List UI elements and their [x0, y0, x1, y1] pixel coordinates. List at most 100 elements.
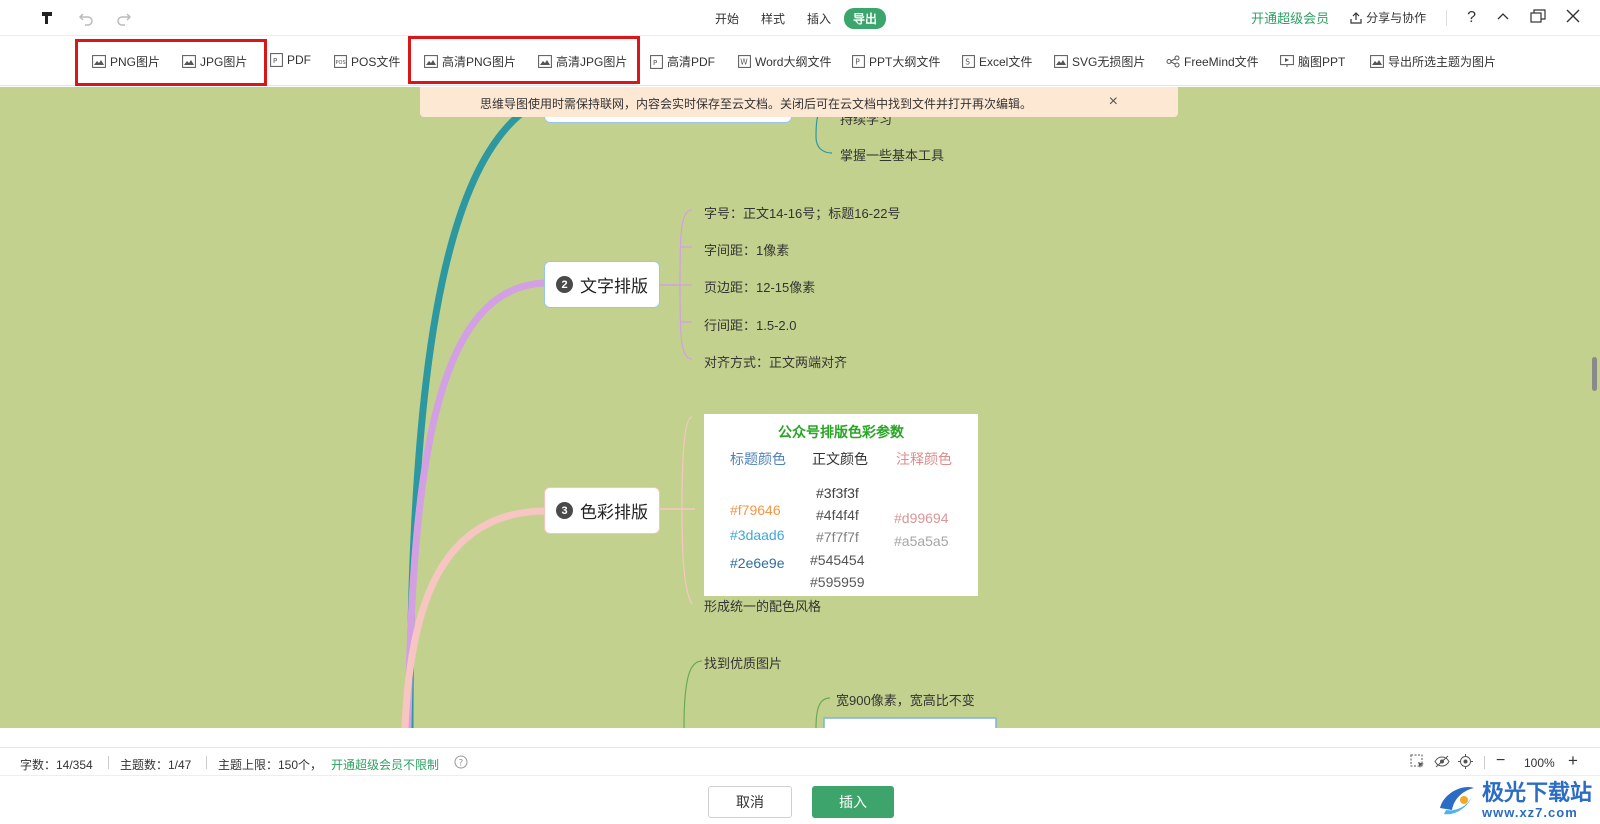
- insert-button[interactable]: 插入: [812, 786, 894, 818]
- info-icon[interactable]: ?: [454, 755, 468, 772]
- watermark-logo-icon: [1439, 786, 1474, 815]
- locate-icon[interactable]: [1458, 754, 1473, 772]
- close-icon[interactable]: [1566, 9, 1580, 26]
- branch2-title: 文字排版: [580, 277, 648, 296]
- color-params-image[interactable]: 公众号排版色彩参数 标题颜色 正文颜色 注释颜色 #f79646 #3daad6…: [704, 414, 978, 596]
- svg-text:POS: POS: [336, 60, 346, 66]
- word-count: 字数：14/354: [20, 758, 93, 772]
- branch2-leaf-5[interactable]: 对齐方式：正文两端对齐: [704, 352, 847, 371]
- export-word-button[interactable]: W Word大纲文件: [738, 53, 831, 70]
- format-painter-icon[interactable]: [38, 8, 58, 28]
- branch2-number: 2: [556, 276, 573, 293]
- export-svg-label: SVG无损图片: [1072, 55, 1146, 69]
- branch2-leaf-4[interactable]: 行间距：1.5-2.0: [704, 315, 796, 334]
- branch3-node[interactable]: 3 色彩排版: [544, 487, 660, 534]
- title-color-1: #f79646: [730, 502, 781, 518]
- svg-text:W: W: [740, 58, 748, 67]
- color-card-title: 公众号排版色彩参数: [778, 424, 904, 440]
- vertical-scrollbar[interactable]: [1592, 357, 1597, 391]
- redo-icon[interactable]: [114, 8, 134, 28]
- status-bar: 字数：14/354 主题数：1/47 主题上限：150个， 开通超级会员不限制 …: [0, 747, 1600, 775]
- mindmap-canvas[interactable]: 持续学习 掌握一些基本工具 思维导图使用时需保持联网，内容会实时保存至云文档。关…: [0, 87, 1600, 728]
- export-mindmap-ppt-button[interactable]: 脑图PPT: [1280, 53, 1345, 70]
- window-restore-icon[interactable]: [1530, 9, 1546, 26]
- select-mode-icon[interactable]: [1410, 754, 1425, 772]
- export-mindmap-ppt-label: 脑图PPT: [1298, 55, 1346, 69]
- share-button[interactable]: 分享与协作: [1349, 9, 1426, 26]
- help-icon[interactable]: ?: [1467, 9, 1476, 27]
- mindmap-branches: [401, 104, 997, 728]
- watermark-url: www.xz7.com: [1481, 804, 1578, 820]
- undo-icon[interactable]: [76, 8, 96, 28]
- branch2-leaf-1[interactable]: 字号：正文14-16号；标题16-22号: [704, 203, 901, 222]
- svg-text:S: S: [965, 58, 970, 67]
- body-color-1: #3f3f3f: [816, 485, 859, 501]
- export-excel-button[interactable]: S Excel文件: [962, 53, 1032, 70]
- online-notice-bar: 思维导图使用时需保持联网，内容会实时保存至云文档。关闭后可在云文档中找到文件并打…: [420, 87, 1178, 117]
- export-ppt-label: PPT大纲文件: [869, 55, 941, 69]
- freemind-icon: [1166, 55, 1180, 68]
- note-color-1: #d99694: [894, 510, 949, 526]
- dialog-footer: 取消 插入 极光下载站 www.xz7.com: [0, 775, 1600, 824]
- svg-icon: [1054, 55, 1068, 68]
- export-word-label: Word大纲文件: [755, 55, 832, 69]
- vip-unlimited-link[interactable]: 开通超级会员不限制: [331, 756, 439, 773]
- body-color-3: #7f7f7f: [816, 529, 859, 545]
- export-toolbar: PNG图片 JPG图片 P PDF POS POS文件 高清PNG图片 高清JP…: [0, 36, 1600, 86]
- branch3-title: 色彩排版: [580, 503, 648, 522]
- export-freemind-button[interactable]: FreeMind文件: [1166, 53, 1259, 70]
- tab-style[interactable]: 样式: [752, 8, 794, 29]
- export-freemind-label: FreeMind文件: [1184, 55, 1259, 69]
- branch2-node[interactable]: 2 文字排版: [544, 261, 660, 308]
- title-color-2: #3daad6: [730, 527, 785, 543]
- word-icon: W: [738, 55, 751, 68]
- tab-start[interactable]: 开始: [706, 8, 748, 29]
- eye-icon[interactable]: [1434, 754, 1450, 772]
- notice-close-icon[interactable]: ×: [1109, 93, 1118, 111]
- top-bar: 开始 样式 插入 导出 开通超级会员 分享与协作 ?: [0, 0, 1600, 36]
- highlight-box-standard-images: [75, 39, 267, 86]
- hd-pdf-icon: P: [650, 54, 663, 69]
- zoom-in-icon[interactable]: +: [1568, 751, 1578, 771]
- main-tabs: 开始 样式 插入 导出: [706, 8, 887, 29]
- branch2-leaf-2[interactable]: 字间距：1像素: [704, 240, 789, 259]
- mindmap-ppt-icon: [1280, 55, 1294, 67]
- top-left-tools: [38, 8, 134, 28]
- export-pdf-label: PDF: [287, 53, 311, 67]
- svg-text:P: P: [273, 57, 277, 65]
- svg-text:P: P: [855, 58, 860, 67]
- ppt-icon: P: [852, 55, 865, 68]
- tab-export[interactable]: 导出: [844, 8, 887, 29]
- zoom-level: 100%: [1524, 756, 1555, 770]
- branch4-leaf-1[interactable]: 找到优质图片: [704, 653, 782, 672]
- divider: [1484, 756, 1485, 769]
- export-pos-button[interactable]: POS POS文件: [334, 53, 400, 70]
- export-hd-pdf-button[interactable]: P 高清PDF: [650, 53, 715, 70]
- export-selected-icon: [1370, 55, 1384, 68]
- body-color-2: #4f4f4f: [816, 507, 859, 523]
- svg-text:P: P: [653, 59, 657, 67]
- branch4-leaf-2[interactable]: 宽900像素，宽高比不变: [836, 690, 975, 709]
- branch2-leaf-3[interactable]: 页边距：12-15像素: [704, 277, 815, 296]
- body-color-4: #545454: [810, 552, 865, 568]
- pdf-icon: P: [270, 53, 283, 67]
- watermark-name: 极光下载站: [1481, 779, 1592, 805]
- top-leaf-2[interactable]: 掌握一些基本工具: [840, 145, 944, 164]
- zoom-out-icon[interactable]: −: [1496, 752, 1505, 770]
- export-ppt-button[interactable]: P PPT大纲文件: [852, 53, 940, 70]
- export-svg-button[interactable]: SVG无损图片: [1054, 53, 1145, 70]
- share-label: 分享与协作: [1366, 11, 1427, 25]
- vip-link[interactable]: 开通超级会员: [1251, 8, 1329, 27]
- highlight-box-hd-images: [408, 36, 640, 84]
- export-selected-label: 导出所选主题为图片: [1388, 55, 1497, 69]
- tab-insert[interactable]: 插入: [798, 8, 840, 29]
- branch3-leaf[interactable]: 形成统一的配色风格: [704, 596, 821, 615]
- export-pdf-button[interactable]: P PDF: [270, 53, 311, 67]
- body-color-5: #595959: [810, 574, 865, 590]
- share-icon: [1350, 11, 1362, 24]
- cancel-button[interactable]: 取消: [708, 786, 792, 818]
- collapse-icon[interactable]: [1496, 9, 1510, 26]
- site-watermark: 极光下载站 www.xz7.com: [1434, 778, 1592, 822]
- export-hd-pdf-label: 高清PDF: [667, 55, 716, 69]
- export-selected-button[interactable]: 导出所选主题为图片: [1370, 53, 1496, 70]
